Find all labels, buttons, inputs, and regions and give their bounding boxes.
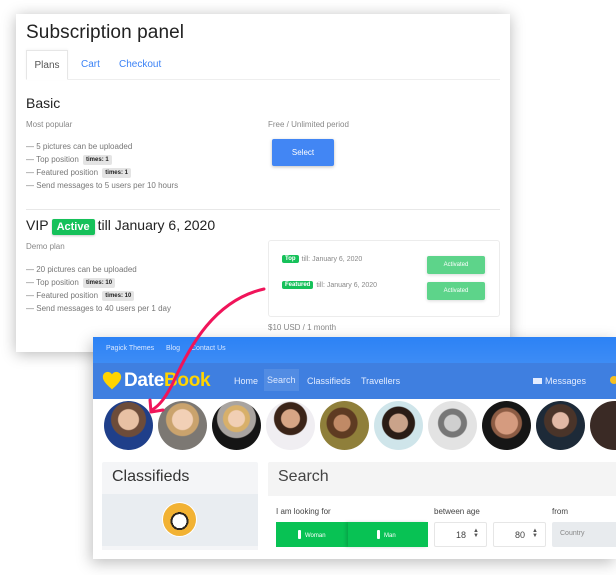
notification-dot[interactable] bbox=[610, 376, 616, 384]
addon-top: Top till: January 6, 2020 bbox=[282, 255, 362, 263]
topbar-link-contact[interactable]: Contact Us bbox=[191, 345, 226, 352]
search-title: Search bbox=[278, 468, 329, 485]
man-button[interactable]: Man bbox=[348, 522, 428, 547]
feature-item: 5 pictures can be uploaded bbox=[26, 140, 178, 153]
times-badge: times: 1 bbox=[83, 155, 112, 165]
times-badge: times: 1 bbox=[102, 168, 131, 178]
avatar[interactable] bbox=[590, 401, 616, 450]
feature-item: Send messages to 5 users per 10 hours bbox=[26, 179, 178, 192]
divider bbox=[26, 209, 500, 210]
times-badge: times: 10 bbox=[102, 291, 135, 301]
feature-item: Featured position times: 10 bbox=[26, 289, 171, 302]
age-min-select[interactable]: 18 ▲ ▼ bbox=[434, 522, 487, 547]
addon-badge: Featured bbox=[282, 281, 314, 289]
addon-featured: Featured till: January 6, 2020 bbox=[282, 281, 377, 289]
avatar[interactable] bbox=[428, 401, 477, 450]
heart-icon bbox=[102, 371, 122, 390]
addon-badge: Top bbox=[282, 255, 299, 263]
basic-plan-features: 5 pictures can be uploaded Top position … bbox=[26, 140, 178, 192]
status-badge: Active bbox=[51, 219, 95, 235]
vip-plan-features: 20 pictures can be uploaded Top position… bbox=[26, 263, 171, 315]
datebook-site: Pagick Themes Blog Contact Us DateBook H… bbox=[93, 337, 616, 559]
tab-checkout[interactable]: Checkout bbox=[119, 50, 161, 80]
woman-button[interactable]: Woman bbox=[276, 522, 349, 547]
looking-for-label: I am looking for bbox=[276, 507, 331, 516]
activated-button[interactable]: Activated bbox=[427, 256, 485, 274]
from-label: from bbox=[552, 507, 568, 516]
tab-plans[interactable]: Plans bbox=[26, 50, 68, 80]
avatar[interactable] bbox=[212, 401, 261, 450]
feature-item: Top position times: 1 bbox=[26, 153, 178, 166]
feature-item: Send messages to 40 users per 1 day bbox=[26, 302, 171, 315]
logo[interactable]: DateBook bbox=[124, 370, 211, 392]
age-label: between age bbox=[434, 507, 480, 516]
avatar[interactable] bbox=[104, 401, 153, 450]
activated-button[interactable]: Activated bbox=[427, 282, 485, 300]
avatar[interactable] bbox=[482, 401, 531, 450]
topbar-link-blog[interactable]: Blog bbox=[166, 345, 180, 352]
subscription-panel: Subscription panel Plans Cart Checkout B… bbox=[16, 14, 510, 352]
main-navbar: DateBook Home Search Classifieds Travell… bbox=[93, 363, 616, 399]
vip-addons-box: Top till: January 6, 2020 Activated Featu… bbox=[268, 240, 500, 317]
envelope-icon bbox=[532, 378, 542, 384]
feature-item: Featured position times: 1 bbox=[26, 166, 178, 179]
avatar[interactable] bbox=[536, 401, 585, 450]
tab-cart[interactable]: Cart bbox=[81, 50, 100, 80]
country-select[interactable]: Country bbox=[552, 522, 616, 547]
feature-item: Top position times: 10 bbox=[26, 276, 171, 289]
classifieds-title: Classifieds bbox=[112, 468, 190, 485]
feature-item: 20 pictures can be uploaded bbox=[26, 263, 171, 276]
classifieds-panel: Classifieds bbox=[102, 462, 258, 559]
female-icon bbox=[298, 530, 301, 539]
avatar[interactable] bbox=[158, 401, 207, 450]
basic-plan-price: Free / Unlimited period bbox=[268, 120, 349, 129]
times-badge: times: 10 bbox=[83, 278, 116, 288]
avatar[interactable] bbox=[374, 401, 423, 450]
page-title: Subscription panel bbox=[26, 22, 185, 43]
vip-plan-price: $10 USD / 1 month bbox=[268, 323, 337, 332]
avatar[interactable] bbox=[320, 401, 369, 450]
tab-bar: Plans Cart Checkout bbox=[26, 50, 500, 80]
nav-search[interactable]: Search bbox=[264, 369, 299, 391]
messages-link[interactable]: Messages bbox=[532, 376, 586, 386]
nav-home[interactable]: Home bbox=[234, 376, 258, 386]
top-bar: Pagick Themes Blog Contact Us bbox=[93, 337, 616, 363]
basic-plan-name: Basic bbox=[26, 95, 61, 111]
sort-arrows-icon: ▲ ▼ bbox=[532, 528, 538, 539]
vip-plan-expiry: till January 6, 2020 bbox=[97, 217, 216, 233]
age-max-select[interactable]: 80 ▲ ▼ bbox=[493, 522, 546, 547]
nav-travellers[interactable]: Travellers bbox=[361, 376, 400, 386]
sort-arrows-icon: ▲ ▼ bbox=[473, 528, 479, 539]
vip-plan-name: VIP bbox=[26, 217, 49, 233]
classified-avatar[interactable] bbox=[163, 503, 196, 536]
nav-classifieds[interactable]: Classifieds bbox=[307, 376, 351, 386]
topbar-link-pagick-themes[interactable]: Pagick Themes bbox=[106, 345, 154, 352]
search-panel: Search I am looking for Woman Man betwee… bbox=[268, 462, 616, 559]
vip-plan-subtitle: Demo plan bbox=[26, 242, 65, 251]
male-icon bbox=[377, 530, 380, 539]
basic-plan-subtitle: Most popular bbox=[26, 120, 73, 129]
vip-plan-heading: VIP Active till January 6, 2020 bbox=[26, 217, 215, 235]
select-plan-button[interactable]: Select bbox=[272, 139, 334, 166]
avatar[interactable] bbox=[266, 401, 315, 450]
